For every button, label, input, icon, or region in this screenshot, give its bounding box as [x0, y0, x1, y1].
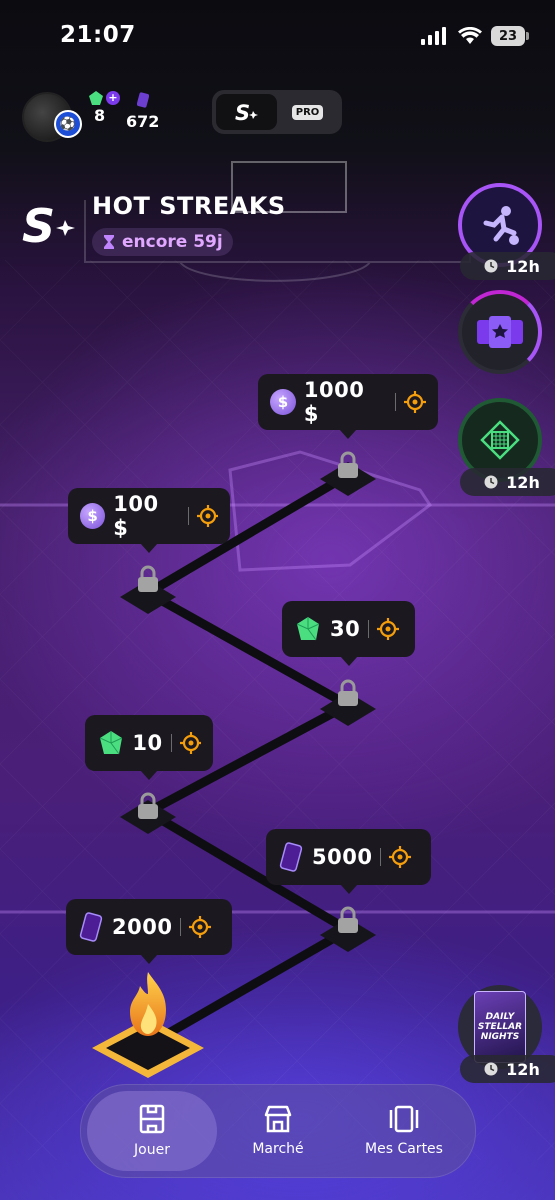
event-title: HOT STREAKS	[92, 192, 286, 220]
nav-market[interactable]: Marché	[213, 1091, 343, 1171]
hourglass-icon	[104, 235, 114, 249]
nav-my-cards[interactable]: Mes Cartes	[339, 1091, 469, 1171]
lock-icon	[138, 565, 158, 592]
reward-value: 1000 $	[303, 378, 365, 426]
svg-text:S: S	[22, 200, 55, 250]
reward-value: 10	[132, 731, 163, 755]
target-icon	[179, 732, 201, 754]
reward-tooltip[interactable]: 30	[282, 601, 415, 666]
nav-label: Jouer	[134, 1142, 170, 1158]
cards-challenge-button[interactable]	[458, 290, 542, 374]
gems-count: 8	[94, 106, 106, 125]
pitch-grid-icon	[480, 420, 520, 460]
reward-tooltip[interactable]: 2000	[66, 899, 232, 964]
divider	[187, 507, 189, 525]
soccer-ball-icon: ⚽	[54, 110, 82, 138]
plus-icon[interactable]: +	[106, 91, 120, 105]
timer-badge: 12h	[460, 252, 555, 280]
pack-label: DAILY STELLAR NIGHTS	[474, 991, 526, 1063]
target-icon	[389, 846, 412, 868]
timer-text: 12h	[506, 472, 540, 492]
mode-standard[interactable]: S	[216, 94, 277, 130]
event-timer-text: encore 59j	[122, 232, 223, 252]
clock-icon	[484, 475, 498, 489]
gem-icon	[89, 91, 103, 105]
coin-icon: $	[270, 389, 296, 415]
lock-icon	[338, 451, 358, 478]
reward-tooltip[interactable]: $ 1000 $	[258, 374, 438, 439]
play-field-icon	[139, 1104, 165, 1134]
reward-tooltip[interactable]: 10	[85, 715, 213, 780]
timer-text: 12h	[506, 1059, 540, 1079]
timer-badge: 12h	[460, 468, 555, 496]
target-icon	[377, 618, 400, 640]
divider	[180, 918, 182, 936]
lock-icon	[338, 679, 358, 706]
ticket-icon	[279, 842, 303, 872]
divider	[395, 393, 397, 411]
coin-icon: $	[80, 503, 106, 529]
divider	[380, 848, 382, 866]
ticket-icon	[136, 92, 149, 108]
sorare-logo-icon: S	[235, 101, 258, 123]
nav-label: Mes Cartes	[365, 1141, 443, 1157]
signal-icon	[421, 27, 446, 45]
kicking-player-icon	[483, 206, 519, 245]
wifi-icon	[458, 27, 482, 44]
target-icon	[196, 505, 218, 527]
divider	[368, 620, 370, 638]
reward-value: 2000	[112, 915, 173, 939]
tickets-counter[interactable]: 672	[126, 92, 159, 131]
reward-value: 30	[330, 617, 361, 641]
cards-star-icon	[477, 316, 523, 348]
battery-indicator: 23	[491, 26, 529, 46]
lock-icon	[338, 906, 358, 933]
status-icons: 23	[421, 26, 529, 46]
reward-tooltip[interactable]: 5000	[266, 829, 431, 894]
reward-value: 5000	[312, 845, 373, 869]
clock-icon	[484, 259, 498, 273]
mode-pro[interactable]: PRO	[277, 94, 338, 130]
clock-icon	[484, 1062, 498, 1076]
ticket-icon	[79, 912, 103, 942]
store-icon	[264, 1105, 292, 1133]
gem-icon	[99, 731, 123, 755]
mode-toggle[interactable]: S PRO	[212, 90, 342, 134]
nav-play[interactable]: Jouer	[87, 1091, 217, 1171]
lock-icon	[138, 792, 158, 819]
tickets-count: 672	[126, 112, 160, 131]
nav-label: Marché	[252, 1141, 304, 1157]
timer-badge: 12h	[460, 1055, 555, 1083]
flame-icon	[130, 972, 166, 1036]
reward-value: 100 $	[113, 492, 159, 540]
gems-counter[interactable]: + 8	[88, 90, 120, 125]
target-icon	[189, 916, 212, 938]
reward-tooltip[interactable]: $ 100 $	[68, 488, 230, 553]
status-time: 21:07	[60, 22, 136, 48]
bottom-nav: Jouer Marché Mes Cartes	[80, 1084, 476, 1178]
sorare-logo-icon: S	[22, 200, 75, 250]
target-icon	[404, 391, 426, 413]
cards-icon	[389, 1105, 419, 1133]
divider	[170, 734, 172, 752]
event-timer: encore 59j	[92, 228, 233, 256]
svg-text:S: S	[235, 101, 250, 123]
gem-icon	[296, 617, 320, 641]
timer-text: 12h	[506, 256, 540, 276]
pro-badge: PRO	[291, 104, 324, 120]
